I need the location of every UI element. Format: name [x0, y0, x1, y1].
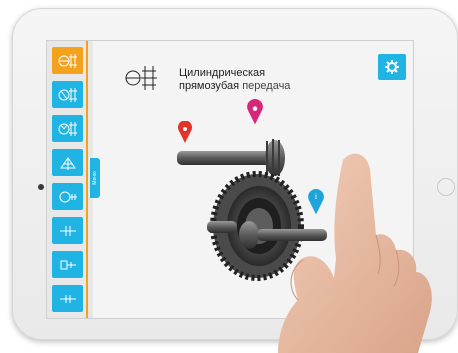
- sidebar-item-worm-gear[interactable]: [52, 183, 83, 210]
- menu-tab[interactable]: Меню: [90, 158, 100, 198]
- sidebar-item-rack-gear[interactable]: [52, 251, 83, 278]
- planetary-gear-icon: [59, 294, 76, 303]
- sidebar: [47, 41, 93, 318]
- double-gear-icon: [58, 121, 77, 136]
- title-thin-word: передача: [242, 80, 291, 92]
- sidebar-item-spur-gear[interactable]: [52, 47, 83, 74]
- gear-icon: [385, 60, 399, 74]
- rack-gear-icon: [60, 260, 76, 269]
- marker-red[interactable]: [177, 120, 193, 143]
- shaft-coupling-icon: [59, 225, 76, 236]
- menu-tab-label: Меню: [92, 171, 99, 185]
- title-line-1: Цилиндрическая: [179, 67, 266, 79]
- camera-dot: [38, 184, 44, 190]
- helical-gear-icon: [58, 87, 77, 102]
- sidebar-item-planetary-gear[interactable]: [52, 285, 83, 312]
- title-bold-word: прямозубая: [179, 80, 240, 92]
- marker-magenta[interactable]: [246, 98, 264, 125]
- bevel-gear-icon: [59, 156, 76, 170]
- worm-gear-icon: [59, 191, 77, 202]
- sidebar-item-shaft-coupling[interactable]: [52, 217, 83, 244]
- page-title: Цилиндрическая прямозубая передача: [179, 67, 290, 93]
- sidebar-item-bevel-gear[interactable]: [52, 149, 83, 176]
- sidebar-item-helical-gear[interactable]: [52, 81, 83, 108]
- sidebar-divider: [86, 41, 88, 318]
- title-line-2: прямозубая передача: [179, 80, 290, 93]
- spur-gear-icon: [58, 53, 77, 68]
- sidebar-item-double-gear[interactable]: [52, 115, 83, 142]
- user-hand-photo: [278, 153, 432, 353]
- settings-button[interactable]: [378, 54, 406, 80]
- spur-gear-schematic-icon: [125, 66, 157, 90]
